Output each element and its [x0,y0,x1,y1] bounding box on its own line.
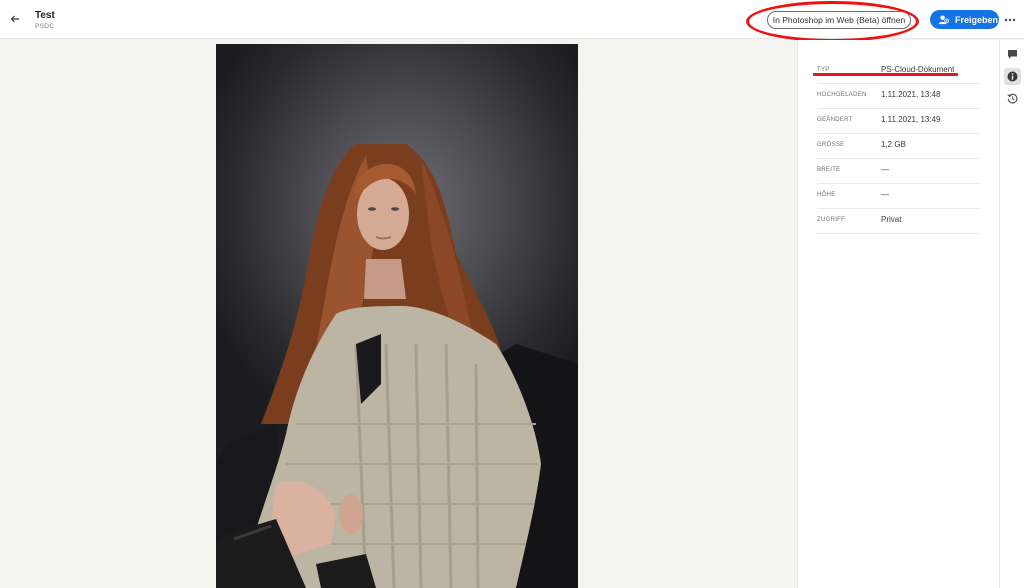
document-title: Test [35,10,55,21]
back-button[interactable] [7,11,23,27]
share-label: Freigeben [955,14,999,25]
info-label: BREITE [817,167,841,173]
info-row: GRÖSSE 1,2 GB [817,134,980,159]
open-in-photoshop-label: In Photoshop im Web (Beta) öffnen [772,15,906,25]
share-button[interactable]: Freigeben [930,10,999,29]
more-icon [1004,18,1016,22]
history-icon [1007,93,1018,104]
info-value: — [881,165,889,174]
info-row: HÖHE — [817,184,980,209]
comments-button[interactable] [1004,46,1021,63]
info-value: 1.11.2021, 13:48 [881,90,941,99]
info-label: GEÄNDERT [817,117,853,123]
info-value: Privat [881,215,902,224]
add-user-icon [938,15,949,25]
comment-icon [1008,50,1017,59]
info-row: BREITE — [817,159,980,184]
info-label: HÖHE [817,192,836,198]
info-row: GEÄNDERT 1.11.2021, 13:49 [817,109,980,134]
top-bar: Test PSDC In Photoshop im Web (Beta) öff… [0,0,1024,42]
info-value: — [881,190,889,199]
info-row: ZUGRIFF Privat [817,209,980,234]
info-value: 1.11.2021, 13:49 [881,115,941,124]
info-icon [1007,71,1018,82]
side-rail [999,40,1024,588]
info-button[interactable] [1004,68,1021,85]
info-label: ZUGRIFF [817,217,846,223]
info-row: TYP PS-Cloud-Dokument [817,59,980,84]
info-label: GRÖSSE [817,142,845,148]
info-value: 1,2 GB [881,140,906,149]
document-type: PSDC [35,23,55,30]
arrow-left-icon [10,15,19,23]
annotation-underline [813,73,958,76]
open-in-photoshop-button[interactable]: In Photoshop im Web (Beta) öffnen [767,11,911,29]
info-row: HOCHGELADEN 1.11.2021, 13:48 [817,84,980,109]
version-history-button[interactable] [1004,90,1021,107]
more-button[interactable] [1003,13,1017,25]
document-preview-image [216,44,578,588]
info-label: HOCHGELADEN [817,92,867,98]
portrait-photo [216,144,578,588]
